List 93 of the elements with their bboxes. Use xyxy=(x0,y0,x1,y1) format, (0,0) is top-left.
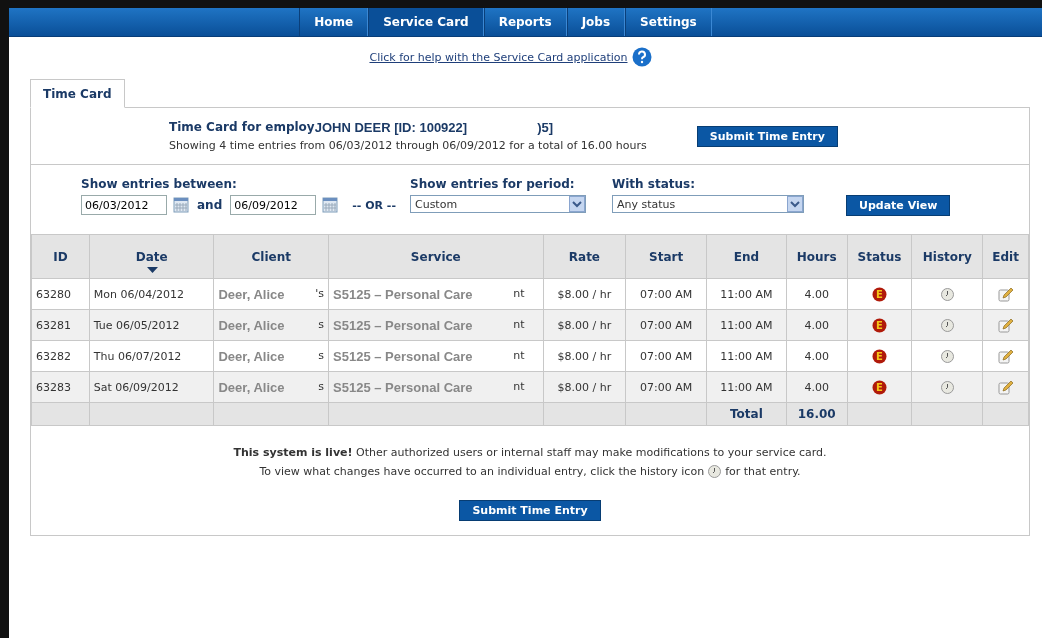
table-cell: 4.00 xyxy=(786,340,848,372)
client-name: Deer, Alice xyxy=(218,348,285,364)
status-icon: E xyxy=(871,286,887,302)
notice-text: This system is live! Other authorized users or internal staff may make modifications to your service card. xyxy=(233,446,827,459)
summary-text: Showing 4 time entries from 06/03/2012 through 06/09/2012 for a total of 16.00 hours xyxy=(169,139,647,152)
column-header[interactable]: End xyxy=(706,235,787,279)
service-suffix: nt xyxy=(513,317,525,333)
table-cell: 4.00 xyxy=(786,309,848,341)
status-icon: E xyxy=(871,348,887,364)
history-icon[interactable] xyxy=(940,318,954,332)
table-cell: $8.00 / hr xyxy=(543,309,626,341)
help-link[interactable]: Click for help with the Service Card application xyxy=(369,50,628,64)
client-suffix: s xyxy=(318,379,325,395)
service-name: S5125 – Personal Care xyxy=(333,348,473,364)
heading-text: Time Card for employ xyxy=(169,120,315,135)
table-cell: 07:00 AM xyxy=(625,309,707,341)
period-select[interactable]: Custom xyxy=(410,195,586,213)
table-cell: $8.00 / hr xyxy=(543,340,626,372)
calendar-icon[interactable] xyxy=(173,197,189,213)
column-header[interactable]: Edit xyxy=(982,235,1029,279)
table-cell: 63282 xyxy=(31,340,90,372)
sort-arrow-icon xyxy=(146,267,158,273)
tab[interactable]: Time Card xyxy=(30,79,125,108)
column-header[interactable]: Date xyxy=(89,235,214,279)
status-icon: E xyxy=(871,317,887,333)
client-suffix: s xyxy=(318,317,325,333)
calendar-icon[interactable] xyxy=(322,197,339,213)
column-header[interactable]: Status xyxy=(847,235,912,279)
history-icon[interactable] xyxy=(940,349,954,363)
date-field[interactable]: 06/09/2012 xyxy=(230,195,317,215)
table-cell: 4.00 xyxy=(786,371,848,403)
edit-icon[interactable] xyxy=(998,379,1014,395)
filter-label: Show entries for period: xyxy=(410,177,576,191)
client-name: Deer, Alice xyxy=(218,379,285,395)
edit-icon[interactable] xyxy=(998,317,1014,333)
service-name: S5125 – Personal Care xyxy=(333,317,473,333)
nav-item[interactable]: Settings xyxy=(625,8,712,36)
table-cell: 63280 xyxy=(31,278,90,310)
submit-button[interactable]: Submit Time Entry xyxy=(459,500,601,521)
service-suffix: nt xyxy=(513,286,525,302)
heading-text: )5] xyxy=(537,120,554,135)
table-cell: Thu 06/07/2012 xyxy=(89,340,214,372)
column-header[interactable]: Client xyxy=(214,235,329,279)
notice-text: To view what changes have occurred to an individual entry, click the history icon xyxy=(259,465,705,478)
edit-icon[interactable] xyxy=(998,348,1014,364)
date-field[interactable]: 06/03/2012 xyxy=(81,195,167,215)
column-header[interactable]: Service xyxy=(328,235,544,279)
column-header[interactable]: History xyxy=(911,235,983,279)
column-header[interactable]: ID xyxy=(31,235,90,279)
table-cell: Sat 06/09/2012 xyxy=(89,371,214,403)
nav-item[interactable]: Reports xyxy=(483,8,567,36)
history-icon[interactable] xyxy=(940,380,954,394)
update-view-button[interactable]: Update View xyxy=(846,195,951,216)
client-name: Deer, Alice xyxy=(218,317,285,333)
table-cell: Tue 06/05/2012 xyxy=(89,309,214,341)
table-cell: 07:00 AM xyxy=(625,340,707,372)
table-cell: 11:00 AM xyxy=(706,340,787,372)
table-cell: 63281 xyxy=(31,309,90,341)
notice-text: for that entry. xyxy=(725,465,801,478)
employee-name: JOHN DEER [ID: 100922] xyxy=(314,120,468,135)
table-cell: 63283 xyxy=(31,371,90,403)
client-suffix: s xyxy=(318,348,325,364)
table-cell: 07:00 AM xyxy=(625,371,707,403)
table-cell: $8.00 / hr xyxy=(543,371,626,403)
nav-item[interactable]: Jobs xyxy=(566,8,626,36)
table-cell: 07:00 AM xyxy=(625,278,707,310)
service-name: S5125 – Personal Care xyxy=(333,379,473,395)
status-select[interactable]: Any status xyxy=(612,195,804,213)
filter-label: Show entries between: xyxy=(81,177,238,191)
table-cell: 4.00 xyxy=(786,278,848,310)
table-cell: Mon 06/04/2012 xyxy=(89,278,214,310)
service-suffix: nt xyxy=(513,379,525,395)
client-name: Deer, Alice xyxy=(218,286,285,302)
help-icon[interactable] xyxy=(631,47,652,67)
column-header[interactable]: Start xyxy=(625,235,707,279)
or-label: -- OR -- xyxy=(352,199,396,212)
service-suffix: nt xyxy=(513,348,525,364)
submit-button[interactable]: Submit Time Entry xyxy=(696,125,838,147)
column-header[interactable]: Rate xyxy=(543,235,626,279)
nav-item[interactable]: Service Card xyxy=(368,8,484,36)
history-icon xyxy=(708,465,722,478)
column-header[interactable]: Hours xyxy=(786,235,848,279)
table-cell: 11:00 AM xyxy=(706,371,787,403)
history-icon[interactable] xyxy=(940,287,954,301)
table-cell: 11:00 AM xyxy=(706,278,787,310)
service-name: S5125 – Personal Care xyxy=(333,286,473,302)
and-label: and xyxy=(197,198,223,212)
table-cell: 11:00 AM xyxy=(706,309,787,341)
client-suffix: 's xyxy=(315,286,325,302)
filter-label: With status: xyxy=(612,177,696,191)
table-cell: $8.00 / hr xyxy=(543,278,626,310)
edit-icon[interactable] xyxy=(998,286,1014,302)
status-icon: E xyxy=(871,379,887,395)
